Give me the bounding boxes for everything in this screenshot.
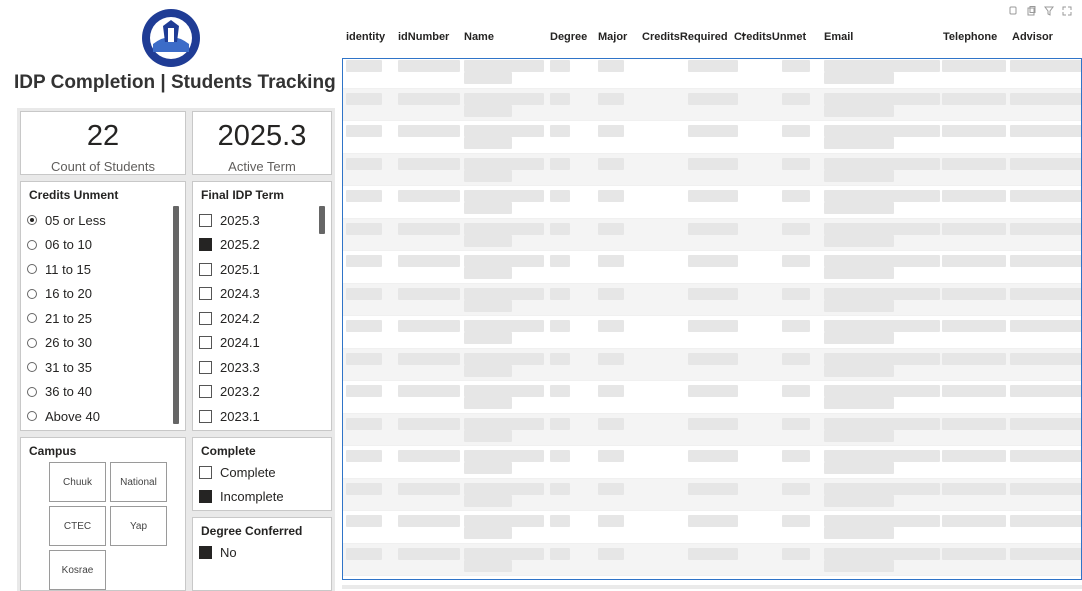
sort-ascending-icon: ▲ <box>740 31 747 38</box>
credits-option-36-to-40[interactable]: 36 to 40 <box>27 380 169 405</box>
final-idp-term-slicer: Final IDP Term 2025.3 2025.2 2025.1 2024… <box>192 181 332 431</box>
kpi-card-count: 22 Count of Students <box>20 111 186 175</box>
visual-header-icons <box>1008 6 1072 16</box>
checkbox-checked-icon <box>199 238 212 252</box>
term-option-2023-3[interactable]: 2023.3 <box>199 355 315 380</box>
term-option-2025-1[interactable]: 2025.1 <box>199 257 315 282</box>
column-header-email[interactable]: Email <box>824 31 853 43</box>
slicer-scrollbar[interactable] <box>319 206 325 234</box>
pin-icon[interactable] <box>1008 6 1018 16</box>
visual-selection-border <box>342 58 1082 580</box>
copy-icon[interactable] <box>1026 6 1036 16</box>
kpi-label: Active Term <box>228 159 296 174</box>
focus-mode-icon[interactable] <box>1062 6 1072 16</box>
credits-option-21-to-25[interactable]: 21 to 25 <box>27 306 169 331</box>
kpi-label: Count of Students <box>50 159 156 174</box>
page-title: IDP Completion | Students Tracking <box>14 72 336 93</box>
checkbox-icon <box>199 336 212 350</box>
degree-conferred-slicer: Degree Conferred No <box>192 517 332 591</box>
term-option-2024-1[interactable]: 2024.1 <box>199 331 315 356</box>
checkbox-icon <box>199 360 212 374</box>
complete-option-incomplete[interactable]: Incomplete <box>199 485 315 510</box>
column-header-idnumber[interactable]: idNumber <box>398 31 449 43</box>
checkbox-icon <box>199 311 212 325</box>
complete-option-complete[interactable]: Complete <box>199 460 315 485</box>
slicer-title: Campus <box>29 444 77 458</box>
column-header-name[interactable]: Name <box>464 31 494 43</box>
radio-icon <box>27 288 37 299</box>
term-option-2025-3[interactable]: 2025.3 <box>199 208 315 233</box>
report-page: IDP Completion | Students Tracking 22 Co… <box>0 0 1082 591</box>
term-option-2024-3[interactable]: 2024.3 <box>199 282 315 307</box>
checkbox-checked-icon <box>199 545 212 559</box>
campus-slicer: Campus Chuuk National CTEC Yap Kosrae <box>20 437 186 591</box>
credits-option-26-to-30[interactable]: 26 to 30 <box>27 331 169 356</box>
column-header-telephone[interactable]: Telephone <box>943 31 997 43</box>
campus-tile-chuuk[interactable]: Chuuk <box>49 462 106 502</box>
credits-unmet-slicer: Credits Unment 05 or Less 06 to 10 11 to… <box>20 181 186 431</box>
campus-tile-ctec[interactable]: CTEC <box>49 506 106 546</box>
slicer-options: Complete Incomplete <box>199 460 315 509</box>
radio-icon <box>27 362 37 373</box>
kpi-value: 22 <box>86 120 120 152</box>
kpi-value: 2025.3 <box>217 120 307 152</box>
credits-option-11-to-15[interactable]: 11 to 15 <box>27 257 169 282</box>
checkbox-icon <box>199 262 212 276</box>
checkbox-icon <box>199 465 212 479</box>
column-header-major[interactable]: Major <box>598 31 627 43</box>
kpi-card-term: 2025.3 Active Term <box>192 111 332 175</box>
campus-tile-kosrae[interactable]: Kosrae <box>49 550 106 590</box>
checkbox-icon <box>199 409 212 423</box>
column-header-creditsrequired[interactable]: CreditsRequired <box>642 31 728 43</box>
checkbox-icon <box>199 287 212 301</box>
table-header: identity idNumber Name Degree Major Cred… <box>340 24 1082 50</box>
left-panel: IDP Completion | Students Tracking 22 Co… <box>0 0 336 591</box>
slicer-title: Final IDP Term <box>201 188 284 202</box>
column-header-advisor[interactable]: Advisor <box>1012 31 1053 43</box>
credits-option-above-40[interactable]: Above 40 <box>27 404 169 429</box>
slicer-options: 2025.3 2025.2 2025.1 2024.3 2024.2 2024.… <box>199 208 315 429</box>
radio-selected-icon <box>27 215 37 226</box>
complete-slicer: Complete Complete Incomplete <box>192 437 332 511</box>
slicer-scrollbar[interactable] <box>173 206 179 424</box>
credits-option-05-or-less[interactable]: 05 or Less <box>27 208 169 233</box>
radio-icon <box>27 239 37 250</box>
column-header-degree[interactable]: Degree <box>550 31 587 43</box>
slicer-title: Complete <box>201 444 256 458</box>
radio-icon <box>27 264 37 275</box>
term-option-2025-2[interactable]: 2025.2 <box>199 233 315 258</box>
checkbox-icon <box>199 385 212 399</box>
checkbox-checked-icon <box>199 490 212 504</box>
radio-icon <box>27 337 37 348</box>
slicer-options: No <box>199 540 315 565</box>
radio-icon <box>27 386 37 397</box>
college-seal-logo <box>142 9 200 67</box>
campus-tile-yap[interactable]: Yap <box>110 506 167 546</box>
slicer-title: Credits Unment <box>29 188 119 202</box>
campus-tile-national[interactable]: National <box>110 462 167 502</box>
slicer-options: 05 or Less 06 to 10 11 to 15 16 to 20 21… <box>27 208 169 429</box>
radio-icon <box>27 313 37 324</box>
credits-option-06-to-10[interactable]: 06 to 10 <box>27 233 169 258</box>
credits-option-16-to-20[interactable]: 16 to 20 <box>27 282 169 307</box>
filter-icon[interactable] <box>1044 6 1054 16</box>
radio-icon <box>27 411 37 422</box>
term-option-2024-2[interactable]: 2024.2 <box>199 306 315 331</box>
degree-option-no[interactable]: No <box>199 540 315 565</box>
checkbox-icon <box>199 213 212 227</box>
term-option-2023-1[interactable]: 2023.1 <box>199 404 315 429</box>
table-horizontal-scrollbar[interactable] <box>342 585 1082 589</box>
credits-option-31-to-35[interactable]: 31 to 35 <box>27 355 169 380</box>
term-option-2023-2[interactable]: 2023.2 <box>199 380 315 405</box>
column-header-identity[interactable]: identity <box>346 31 385 43</box>
slicer-title: Degree Conferred <box>201 524 303 538</box>
